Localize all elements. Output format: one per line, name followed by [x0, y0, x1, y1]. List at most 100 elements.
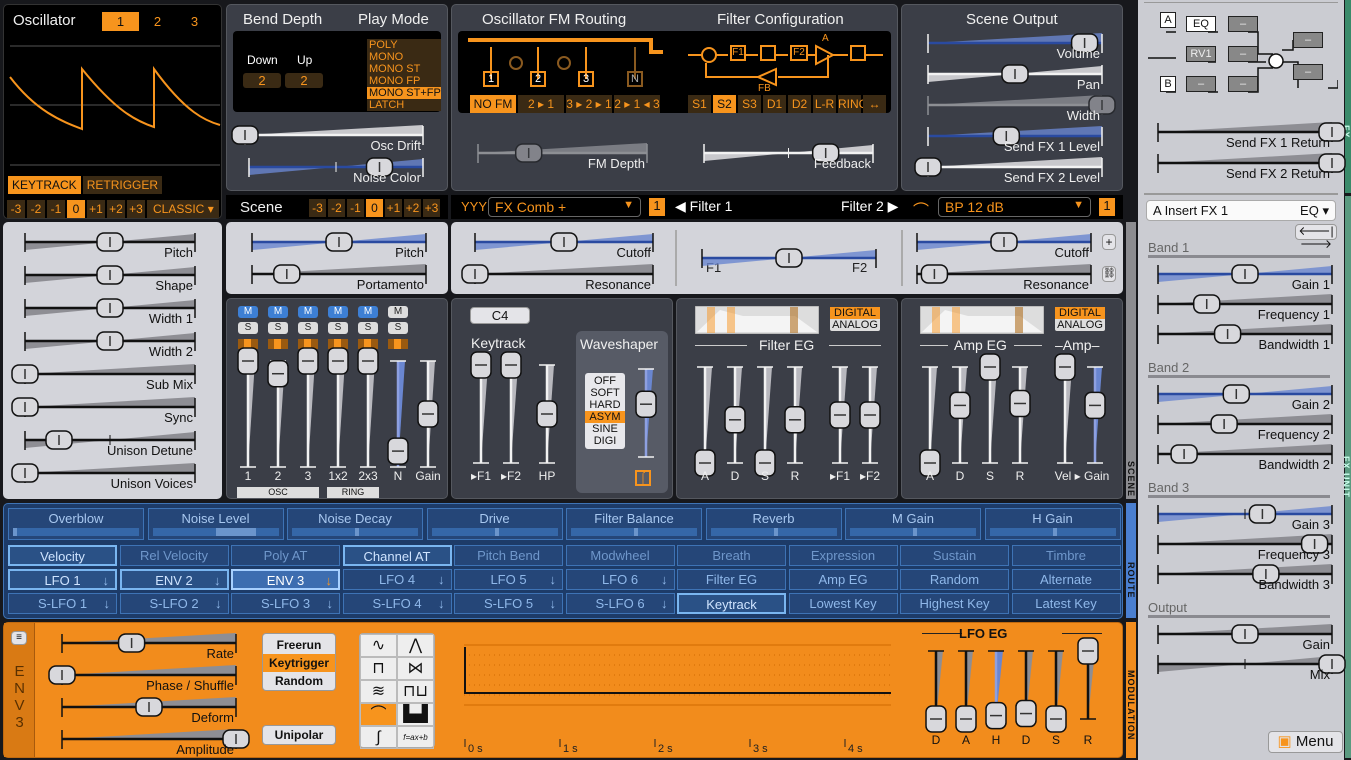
- mute-button[interactable]: M: [358, 306, 378, 318]
- x-slider[interactable]: [694, 244, 884, 278]
- mod-source-lowest-key[interactable]: Lowest Key: [788, 593, 898, 614]
- slider-handle[interactable]: [387, 437, 409, 465]
- waveshaper-soft[interactable]: SOFT: [585, 387, 625, 399]
- option-3[interactable]: +3: [423, 199, 440, 217]
- 1-vslider[interactable]: [236, 347, 260, 473]
- macro-drive[interactable]: Drive: [426, 508, 563, 540]
- arrow-down-icon[interactable]: ↓: [215, 594, 222, 613]
- width-1-slider[interactable]: Width 1: [17, 294, 203, 328]
- slider-handle[interactable]: [1045, 705, 1067, 733]
- fx-slot-empty[interactable]: –: [1293, 64, 1323, 80]
- slider-handle[interactable]: [550, 232, 578, 252]
- slider-handle[interactable]: [48, 665, 76, 685]
- macro-value-bar[interactable]: [152, 528, 279, 536]
- level-vslider[interactable]: [1083, 361, 1107, 469]
- portamento-slider[interactable]: Portamento: [244, 260, 434, 294]
- volume-slider[interactable]: Volume: [920, 29, 1110, 63]
- macro-value-bar[interactable]: [710, 528, 837, 536]
- slider-handle[interactable]: [237, 347, 259, 375]
- slider-handle[interactable]: [1222, 384, 1251, 404]
- option-2[interactable]: +2: [107, 200, 125, 218]
- option-2-1-3[interactable]: 2 ▸ 1 ◂ 3: [614, 95, 660, 113]
- slider-handle[interactable]: [859, 401, 881, 429]
- eg-mode-digital[interactable]: DIGITAL: [1055, 307, 1105, 319]
- mod-source-velocity[interactable]: Velocity: [8, 545, 117, 566]
- fx-slot-a[interactable]: A: [1160, 12, 1176, 28]
- slider-handle[interactable]: [96, 331, 124, 351]
- route-indicator[interactable]: [268, 339, 288, 349]
- osc-tab-2[interactable]: 2: [139, 12, 176, 31]
- arrow-down-icon[interactable]: ↓: [326, 571, 333, 588]
- mod-source-breath[interactable]: Breath: [677, 545, 786, 566]
- fx-slot-empty[interactable]: –: [1228, 76, 1258, 92]
- tab-fx[interactable]: FX: [1341, 0, 1351, 193]
- eg-mode-analog[interactable]: ANALOG: [830, 319, 880, 331]
- gain-3-slider[interactable]: Gain 3: [1150, 500, 1340, 534]
- send-fx-2-level-slider[interactable]: Send FX 2 Level: [914, 153, 1110, 187]
- arrow-down-icon[interactable]: ↓: [327, 594, 334, 613]
- mute-button[interactable]: M: [298, 306, 318, 318]
- slider-handle[interactable]: [1210, 414, 1238, 434]
- option-1[interactable]: -1: [47, 200, 65, 218]
- play-mode-latch[interactable]: LATCH: [367, 99, 441, 111]
- a-vslider[interactable]: [918, 361, 942, 477]
- slider-handle[interactable]: [117, 633, 146, 653]
- solo-button[interactable]: S: [328, 322, 348, 334]
- mod-source-env-3[interactable]: ENV 3 ↓: [231, 569, 340, 590]
- bend-down-value[interactable]: 2: [243, 73, 281, 88]
- mod-source-lfo-4[interactable]: LFO 4 ↓: [342, 569, 452, 590]
- n-vslider[interactable]: [386, 355, 410, 473]
- mod-source-lfo-5[interactable]: LFO 5 ↓: [454, 569, 563, 590]
- option-1[interactable]: +1: [87, 200, 105, 218]
- mod-source-s-lfo-3[interactable]: S-LFO 3 ↓: [231, 593, 340, 614]
- square-shape-icon[interactable]: ⊓: [360, 657, 397, 680]
- sub-mix-slider[interactable]: Sub Mix: [11, 360, 203, 394]
- tab-scene[interactable]: SCENE: [1126, 460, 1136, 498]
- slider-handle[interactable]: [1192, 294, 1221, 314]
- noise-color-slider[interactable]: Noise Color: [241, 153, 431, 187]
- tab-modulation[interactable]: MODULATION: [1126, 622, 1136, 758]
- send-fx-1-return-slider[interactable]: Send FX 1 Return: [1150, 118, 1346, 152]
- slider-handle[interactable]: [461, 264, 489, 284]
- d-vslider[interactable]: [1014, 645, 1038, 728]
- mod-source-amp-eg[interactable]: Amp EG: [788, 569, 898, 590]
- send-fx-1-level-slider[interactable]: Send FX 1 Level: [920, 122, 1110, 156]
- triangle-shape-icon[interactable]: ⋀: [397, 634, 434, 657]
- pan-slider[interactable]: Pan: [920, 60, 1110, 94]
- mod-source-pitch-bend[interactable]: Pitch Bend: [454, 545, 563, 566]
- slider-handle[interactable]: [267, 359, 289, 388]
- mod-source-s-lfo-1[interactable]: S-LFO 1 ↓: [8, 593, 117, 614]
- slider-handle[interactable]: [96, 265, 124, 285]
- resonance-slider[interactable]: Resonance: [461, 260, 661, 294]
- slider-handle[interactable]: [45, 430, 73, 450]
- option-1[interactable]: -1: [347, 199, 364, 217]
- f2-vslider[interactable]: [858, 361, 882, 469]
- arrow-down-icon[interactable]: ↓: [661, 570, 668, 589]
- slider-handle[interactable]: [775, 248, 803, 268]
- mute-button[interactable]: M: [268, 306, 288, 318]
- option-ring[interactable]: RING: [838, 95, 868, 113]
- slider-handle[interactable]: [417, 400, 439, 428]
- sample-hold-shape-icon[interactable]: ⊓⊔: [397, 680, 434, 703]
- 3-vslider[interactable]: [296, 347, 320, 473]
- macro-h-gain[interactable]: H Gain: [984, 508, 1121, 540]
- arrow-down-icon[interactable]: ↓: [438, 594, 445, 613]
- mod-source-rel-velocity[interactable]: Rel Velocity: [119, 545, 229, 566]
- mod-source-s-lfo-2[interactable]: S-LFO 2 ↓: [119, 593, 229, 614]
- trigger-random[interactable]: Random: [263, 672, 335, 690]
- macro-value-bar[interactable]: [989, 528, 1116, 536]
- vel-gain-vslider[interactable]: [1053, 353, 1077, 469]
- route-indicator[interactable]: [388, 339, 408, 349]
- arrow-down-icon[interactable]: ↓: [550, 594, 557, 613]
- option-2[interactable]: -2: [27, 200, 45, 218]
- slider-handle[interactable]: [327, 347, 349, 375]
- filter2-subtype[interactable]: 1: [1099, 198, 1115, 216]
- osc-tab-1[interactable]: 1: [102, 12, 139, 31]
- macro-overblow[interactable]: Overblow: [8, 508, 144, 540]
- cutoff-slider[interactable]: Cutoff: [909, 228, 1099, 262]
- s-vslider[interactable]: [978, 353, 1002, 469]
- slider-handle[interactable]: [949, 391, 971, 420]
- option-2[interactable]: -2: [328, 199, 345, 217]
- option-1[interactable]: +1: [385, 199, 402, 217]
- slider-handle[interactable]: [784, 406, 806, 434]
